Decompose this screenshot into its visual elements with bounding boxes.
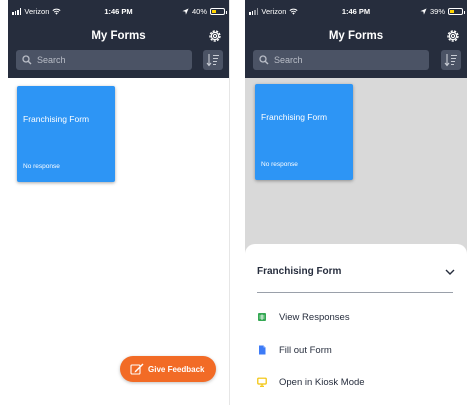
battery-percent: 39%: [429, 7, 445, 16]
chevron-down-icon[interactable]: [445, 268, 455, 276]
navigation-bar: My Forms: [8, 22, 229, 50]
page-title: My Forms: [328, 30, 384, 42]
settings-gear-icon[interactable]: [207, 28, 223, 44]
battery-percent: 40%: [191, 7, 207, 16]
status-bar-right: 40%: [182, 7, 227, 16]
form-card-title: Franchising Form: [261, 112, 328, 122]
phone-screen-form-actions: Verizon 1:46 PM 39% My Forms Search Fran…: [245, 0, 467, 405]
sheet-divider: [257, 292, 453, 293]
view-responses-action[interactable]: View Responses: [257, 309, 457, 325]
form-card[interactable]: Franchising Form No response: [17, 86, 115, 182]
form-card-title: Franchising Form: [23, 114, 90, 124]
status-bar: Verizon 1:46 PM 39%: [245, 0, 467, 22]
sort-icon: [206, 54, 219, 67]
fill-out-form-label: Fill out Form: [279, 344, 332, 356]
location-arrow-icon: [182, 8, 189, 15]
battery-icon: [210, 8, 227, 15]
give-feedback-button[interactable]: Give Feedback: [120, 356, 216, 382]
spreadsheet-icon: [258, 313, 266, 321]
view-responses-label: View Responses: [279, 311, 350, 323]
fill-out-form-action[interactable]: Fill out Form: [257, 342, 457, 358]
sort-icon: [444, 54, 457, 67]
sheet-title: Franchising Form: [257, 266, 342, 277]
search-icon: [22, 55, 32, 65]
search-row: Search: [245, 50, 467, 78]
search-input[interactable]: Search: [253, 50, 429, 70]
battery-icon: [448, 8, 465, 15]
monitor-icon: [257, 377, 267, 387]
search-icon: [259, 55, 269, 65]
location-arrow-icon: [420, 8, 427, 15]
phone-screen-forms-list: Verizon 1:46 PM 40% My Forms Search Fran…: [8, 0, 230, 405]
form-actions-sheet: Franchising Form View Responses Fill out…: [245, 244, 467, 405]
search-row: Search: [8, 50, 229, 78]
search-placeholder: Search: [37, 55, 66, 65]
navigation-bar: My Forms: [245, 22, 467, 50]
open-kiosk-mode-label: Open in Kiosk Mode: [279, 376, 365, 388]
status-bar: Verizon 1:46 PM 40%: [8, 0, 229, 22]
document-icon: [259, 345, 266, 355]
search-input[interactable]: Search: [16, 50, 192, 70]
feedback-pencil-icon: [130, 363, 144, 375]
sort-button[interactable]: [203, 50, 223, 70]
form-card[interactable]: Franchising Form No response: [255, 84, 353, 180]
status-bar-right: 39%: [420, 7, 465, 16]
sort-button[interactable]: [441, 50, 461, 70]
form-card-status: No response: [261, 161, 298, 168]
settings-gear-icon[interactable]: [445, 28, 461, 44]
open-kiosk-mode-action[interactable]: Open in Kiosk Mode: [257, 374, 457, 390]
give-feedback-label: Give Feedback: [148, 364, 205, 374]
page-title: My Forms: [91, 30, 146, 42]
form-card-status: No response: [23, 163, 60, 170]
search-placeholder: Search: [274, 55, 303, 65]
